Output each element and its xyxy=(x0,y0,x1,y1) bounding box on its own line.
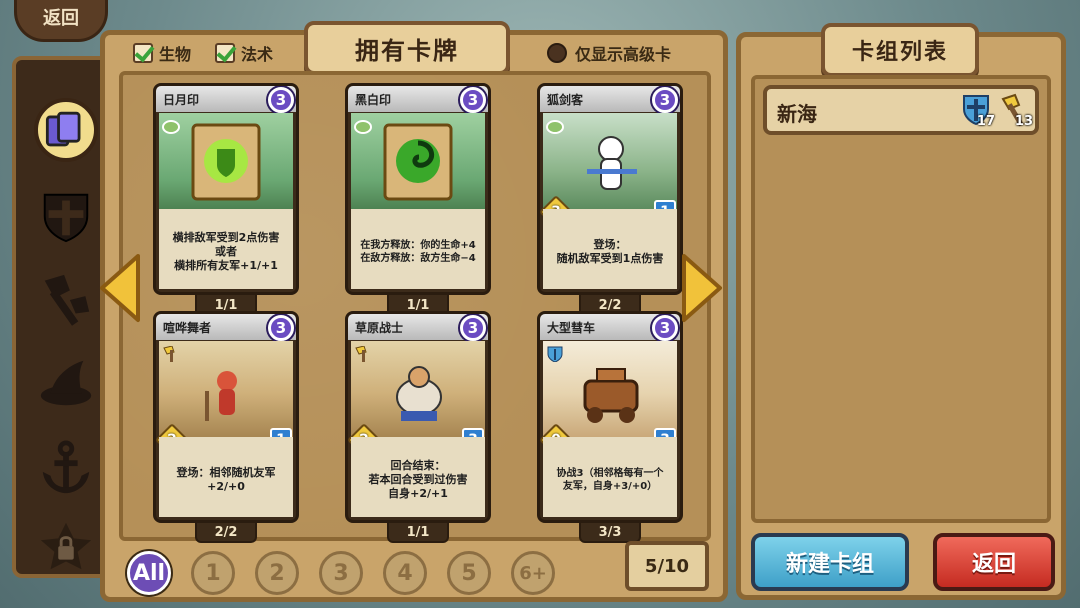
shield-count-value: 17 xyxy=(976,114,995,129)
card-description: 横排敌军受到2点伤害 或者 横排所有友军+1/+1 xyxy=(159,209,293,289)
checkmark-icon xyxy=(215,43,235,63)
cost-filter-3[interactable]: 3 xyxy=(319,551,363,595)
category-sidebar xyxy=(12,56,112,578)
card-count: 2/2 xyxy=(195,523,257,543)
axe-tribe-icon xyxy=(354,345,372,362)
deck-list: 新海 17 13 xyxy=(751,75,1051,523)
cost-filter-pager: All 1 2 3 4 5 6+ xyxy=(127,551,555,595)
spell-filter-checkbox[interactable]: 法术 xyxy=(215,41,273,65)
card-cost: 3 xyxy=(268,87,294,113)
card-count: 3/3 xyxy=(579,523,641,543)
radio-icon xyxy=(547,43,567,63)
spell-leaf-icon xyxy=(354,118,372,134)
axe-count: 13 xyxy=(999,93,1033,129)
card-cost: 3 xyxy=(460,315,486,341)
deck-list-panel: 卡组列表 新海 17 13 新建卡组 返回 xyxy=(736,23,1066,600)
advanced-only-label: 仅显示高级卡 xyxy=(575,45,672,64)
card-description: 在我方释放：你的生命+4 在敌方释放：敌方生命−4 xyxy=(351,209,485,289)
card-item[interactable]: 大型彗车 3 0 3 协战3（相邻格每有一个 友军，自身+3/+0） xyxy=(537,311,683,523)
back-tab-button[interactable]: 返回 xyxy=(14,0,108,42)
card-description: 回合结束： 若本回合受到过伤害 自身+2/+1 xyxy=(351,437,485,517)
cost-filter-1[interactable]: 1 xyxy=(191,551,235,595)
card-item[interactable]: 喧哗舞者 3 2 1 登场：相邻随机友军 +2/+0 xyxy=(153,311,299,523)
card-cost: 3 xyxy=(652,87,678,113)
card-item[interactable]: 日月印 3 横排敌军受到2点伤害 或者 横排所有友军+1/+1 xyxy=(153,83,299,295)
card-item[interactable]: 黑白印 3 在我方释放：你的生命+4 在敌方释放：敌方生命−4 xyxy=(345,83,491,295)
next-page-arrow-icon[interactable] xyxy=(680,252,724,324)
shield-count: 17 xyxy=(961,93,995,129)
card-cost: 3 xyxy=(652,315,678,341)
card-description: 登场： 随机敌军受到1点伤害 xyxy=(543,209,677,289)
deck-name: 新海 xyxy=(777,102,817,126)
spell-filter-label: 法术 xyxy=(241,45,274,64)
axe-count-value: 13 xyxy=(1014,114,1033,129)
hat-icon[interactable] xyxy=(34,352,98,416)
checkmark-icon xyxy=(133,43,153,63)
all-cards-icon[interactable] xyxy=(34,98,98,162)
cost-filter-all[interactable]: All xyxy=(127,551,171,595)
axe-tribe-icon xyxy=(162,345,180,362)
card-description: 登场：相邻随机友军 +2/+0 xyxy=(159,437,293,517)
advanced-only-toggle[interactable]: 仅显示高级卡 xyxy=(547,41,671,65)
shield-tribe-icon xyxy=(546,346,564,363)
back-button[interactable]: 返回 xyxy=(933,533,1055,591)
card-count: 1/1 xyxy=(387,523,449,543)
creature-leaf-icon xyxy=(546,118,564,134)
anchor-icon[interactable] xyxy=(34,436,98,500)
card-grid: 日月印 3 横排敌军受到2点伤害 或者 横排所有友军+1/+1 1/1 黑白印 … xyxy=(119,71,711,543)
cost-filter-2[interactable]: 2 xyxy=(255,551,299,595)
card-description-text: 登场：相邻随机友军 +2/+0 xyxy=(176,466,276,493)
card-description-text: 在我方释放：你的生命+4 在敌方释放：敌方生命−4 xyxy=(360,240,476,264)
new-deck-button[interactable]: 新建卡组 xyxy=(751,533,909,591)
shield-icon[interactable] xyxy=(34,184,98,248)
card-description: 协战3（相邻格每有一个 友军，自身+3/+0） xyxy=(543,437,677,517)
axe-icon[interactable] xyxy=(34,268,98,332)
card-description-text: 横排敌军受到2点伤害 或者 横排所有友军+1/+1 xyxy=(172,231,280,272)
cost-filter-6plus[interactable]: 6+ xyxy=(511,551,555,595)
card-cost: 3 xyxy=(268,315,294,341)
card-item[interactable]: 狐剑客 3 3 1 登场： 随机敌军受到1点伤害 xyxy=(537,83,683,295)
creature-filter-label: 生物 xyxy=(159,45,192,64)
prev-page-arrow-icon[interactable] xyxy=(98,252,142,324)
card-description-text: 协战3（相邻格每有一个 友军，自身+3/+0） xyxy=(556,468,664,492)
card-cost: 3 xyxy=(460,87,486,113)
card-description-text: 登场： 随机敌军受到1点伤害 xyxy=(556,238,664,265)
cost-filter-5[interactable]: 5 xyxy=(447,551,491,595)
card-item[interactable]: 草原战士 3 2 3 回合结束： 若本回合受到过伤害 自身+2/+1 xyxy=(345,311,491,523)
owned-cards-panel: 生物 法术 仅显示高级卡 拥有卡牌 日月印 3 横排敌军受到2点伤害 或者 横排… xyxy=(100,21,728,602)
spell-leaf-icon xyxy=(162,118,180,134)
locked-icon xyxy=(34,516,98,580)
deck-panel-title: 卡组列表 xyxy=(821,23,979,77)
creature-filter-checkbox[interactable]: 生物 xyxy=(133,41,191,65)
page-indicator: 5/10 xyxy=(625,541,709,591)
panel-title: 拥有卡牌 xyxy=(304,21,510,75)
deck-item[interactable]: 新海 17 13 xyxy=(763,85,1039,135)
card-description-text: 回合结束： 若本回合受到过伤害 自身+2/+1 xyxy=(368,459,468,500)
cost-filter-4[interactable]: 4 xyxy=(383,551,427,595)
